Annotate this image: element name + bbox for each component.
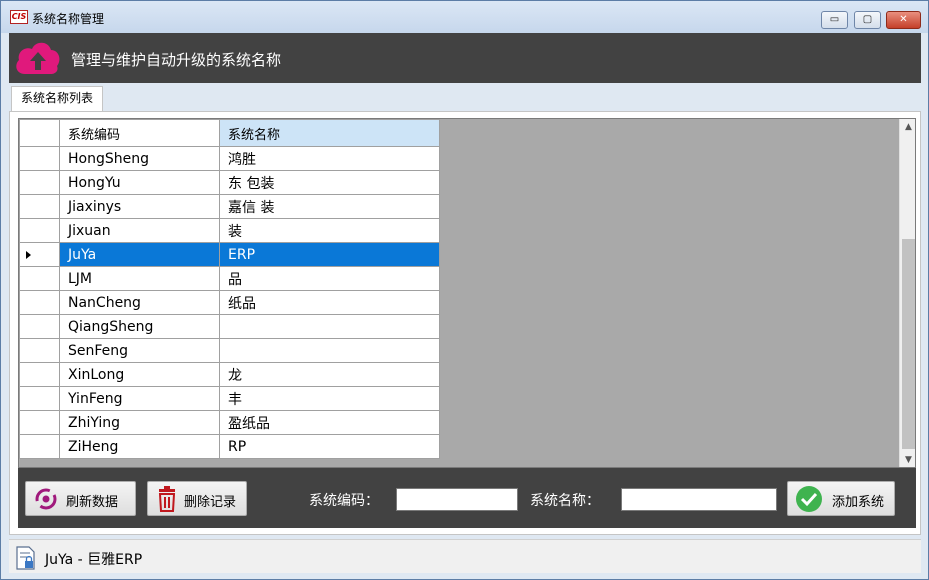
cell-system-code[interactable]: Jixuan bbox=[59, 218, 220, 243]
system-name-table: 系统编码 系统名称 HongSheng 鸿胜 HongYu 东 包装 Jiaxinys 嘉… bbox=[19, 119, 440, 459]
table-row[interactable]: XinLong 龙 bbox=[19, 362, 440, 387]
header-banner: 管理与维护自动升级的系统名称 bbox=[9, 33, 921, 83]
column-header-name[interactable]: 系统名称 bbox=[219, 119, 440, 147]
system-name-input[interactable] bbox=[621, 488, 777, 511]
table-row[interactable]: NanCheng 纸品 bbox=[19, 290, 440, 315]
cell-system-name[interactable]: 鸿胜 bbox=[219, 146, 440, 171]
system-name-label: 系统名称： bbox=[530, 493, 600, 509]
table-row[interactable]: QiangSheng bbox=[19, 314, 440, 339]
cell-system-code[interactable]: ZiHeng bbox=[59, 434, 220, 459]
table-row[interactable]: HongYu 东 包装 bbox=[19, 170, 440, 195]
table-row[interactable]: HongSheng 鸿胜 bbox=[19, 146, 440, 171]
status-bar: JuYa - 巨雅ERP bbox=[9, 539, 921, 573]
cell-system-code[interactable]: SenFeng bbox=[59, 338, 220, 363]
cell-system-code[interactable]: QiangSheng bbox=[59, 314, 220, 339]
scroll-up-icon[interactable]: ▲ bbox=[900, 119, 915, 136]
vertical-scrollbar[interactable]: ▲ ▼ bbox=[899, 119, 915, 467]
scroll-down-icon[interactable]: ▼ bbox=[900, 452, 915, 467]
row-header-cell[interactable] bbox=[19, 266, 60, 291]
column-header-code[interactable]: 系统编码 bbox=[59, 119, 220, 147]
tab-strip: 系统名称列表 bbox=[9, 83, 921, 111]
system-code-label: 系统编码： bbox=[309, 493, 379, 509]
row-header-cell[interactable] bbox=[19, 434, 60, 459]
cell-system-name[interactable]: 东 包装 bbox=[219, 170, 440, 195]
cell-system-name[interactable]: 品 bbox=[219, 266, 440, 291]
row-header-cell[interactable] bbox=[19, 242, 60, 267]
app-window: CIS 系统名称管理 ▭ ▢ ✕ 管理与维护自动升级的系统名称 系统名称列表 系… bbox=[0, 0, 929, 580]
row-header-cell[interactable] bbox=[19, 362, 60, 387]
cell-system-name[interactable]: 装 bbox=[219, 218, 440, 243]
bottom-toolbar: 刷新数据 删除记录 系统编码： 系统名称： 添加系统 bbox=[18, 468, 916, 528]
row-header-cell[interactable] bbox=[19, 338, 60, 363]
data-grid[interactable]: 系统编码 系统名称 HongSheng 鸿胜 HongYu 东 包装 Jiaxinys 嘉… bbox=[18, 118, 916, 468]
row-header-cell[interactable] bbox=[19, 146, 60, 171]
table-row[interactable]: Jixuan 装 bbox=[19, 218, 440, 243]
cell-system-code[interactable]: YinFeng bbox=[59, 386, 220, 411]
cell-system-code[interactable]: NanCheng bbox=[59, 290, 220, 315]
table-header-row: 系统编码 系统名称 bbox=[19, 119, 440, 147]
row-header-cell[interactable] bbox=[19, 170, 60, 195]
cell-system-name[interactable]: RP bbox=[219, 434, 440, 459]
document-lock-icon bbox=[16, 546, 35, 570]
cell-system-name[interactable]: 龙 bbox=[219, 362, 440, 387]
refresh-label: 刷新数据 bbox=[66, 495, 119, 510]
current-row-arrow-icon bbox=[26, 250, 31, 259]
table-row[interactable]: Jiaxinys 嘉信 装 bbox=[19, 194, 440, 219]
maximize-button[interactable]: ▢ bbox=[854, 11, 881, 29]
cell-system-code[interactable]: ZhiYing bbox=[59, 410, 220, 435]
title-bar[interactable]: CIS 系统名称管理 ▭ ▢ ✕ bbox=[1, 1, 928, 33]
cell-system-name[interactable]: 嘉信 装 bbox=[219, 194, 440, 219]
cell-system-name[interactable]: 盈纸品 bbox=[219, 410, 440, 435]
cell-system-code[interactable]: JuYa bbox=[59, 242, 220, 267]
row-header-cell[interactable] bbox=[19, 386, 60, 411]
minimize-button[interactable]: ▭ bbox=[821, 11, 848, 29]
cell-system-code[interactable]: HongSheng bbox=[59, 146, 220, 171]
add-system-button[interactable]: 添加系统 bbox=[787, 481, 895, 516]
refresh-icon bbox=[35, 488, 57, 510]
row-header-cell[interactable] bbox=[19, 218, 60, 243]
cell-system-name[interactable] bbox=[219, 314, 440, 339]
table-row[interactable]: YinFeng 丰 bbox=[19, 386, 440, 411]
tab-system-name-list[interactable]: 系统名称列表 bbox=[11, 86, 103, 111]
cell-system-code[interactable]: Jiaxinys bbox=[59, 194, 220, 219]
app-logo-icon: CIS bbox=[10, 10, 28, 24]
cell-system-name[interactable]: ERP bbox=[219, 242, 440, 267]
system-code-input[interactable] bbox=[396, 488, 518, 511]
table-row[interactable]: ZiHeng RP bbox=[19, 434, 440, 459]
window-title: 系统名称管理 bbox=[32, 12, 105, 26]
cell-system-name[interactable]: 纸品 bbox=[219, 290, 440, 315]
table-row[interactable]: SenFeng bbox=[19, 338, 440, 363]
cell-system-name[interactable]: 丰 bbox=[219, 386, 440, 411]
scroll-thumb[interactable] bbox=[902, 239, 915, 449]
close-button[interactable]: ✕ bbox=[886, 11, 921, 29]
cell-system-code[interactable]: XinLong bbox=[59, 362, 220, 387]
cell-system-name[interactable] bbox=[219, 338, 440, 363]
row-header-corner bbox=[19, 119, 60, 147]
delete-label: 删除记录 bbox=[184, 495, 237, 510]
page-title: 管理与维护自动升级的系统名称 bbox=[71, 51, 282, 69]
check-circle-icon bbox=[796, 486, 822, 512]
status-text: JuYa - 巨雅ERP bbox=[45, 552, 143, 568]
table-row[interactable]: LJM 品 bbox=[19, 266, 440, 291]
delete-button[interactable]: 删除记录 bbox=[147, 481, 247, 516]
row-header-cell[interactable] bbox=[19, 410, 60, 435]
table-row[interactable]: JuYa ERP bbox=[19, 242, 440, 267]
row-header-cell[interactable] bbox=[19, 314, 60, 339]
refresh-button[interactable]: 刷新数据 bbox=[25, 481, 136, 516]
table-row[interactable]: ZhiYing 盈纸品 bbox=[19, 410, 440, 435]
trash-icon bbox=[158, 486, 176, 512]
cell-system-code[interactable]: HongYu bbox=[59, 170, 220, 195]
tab-panel: 系统编码 系统名称 HongSheng 鸿胜 HongYu 东 包装 Jiaxinys 嘉… bbox=[9, 111, 921, 535]
row-header-cell[interactable] bbox=[19, 290, 60, 315]
row-header-cell[interactable] bbox=[19, 194, 60, 219]
add-system-label: 添加系统 bbox=[832, 495, 885, 510]
cloud-upload-icon bbox=[16, 42, 60, 74]
cell-system-code[interactable]: LJM bbox=[59, 266, 220, 291]
